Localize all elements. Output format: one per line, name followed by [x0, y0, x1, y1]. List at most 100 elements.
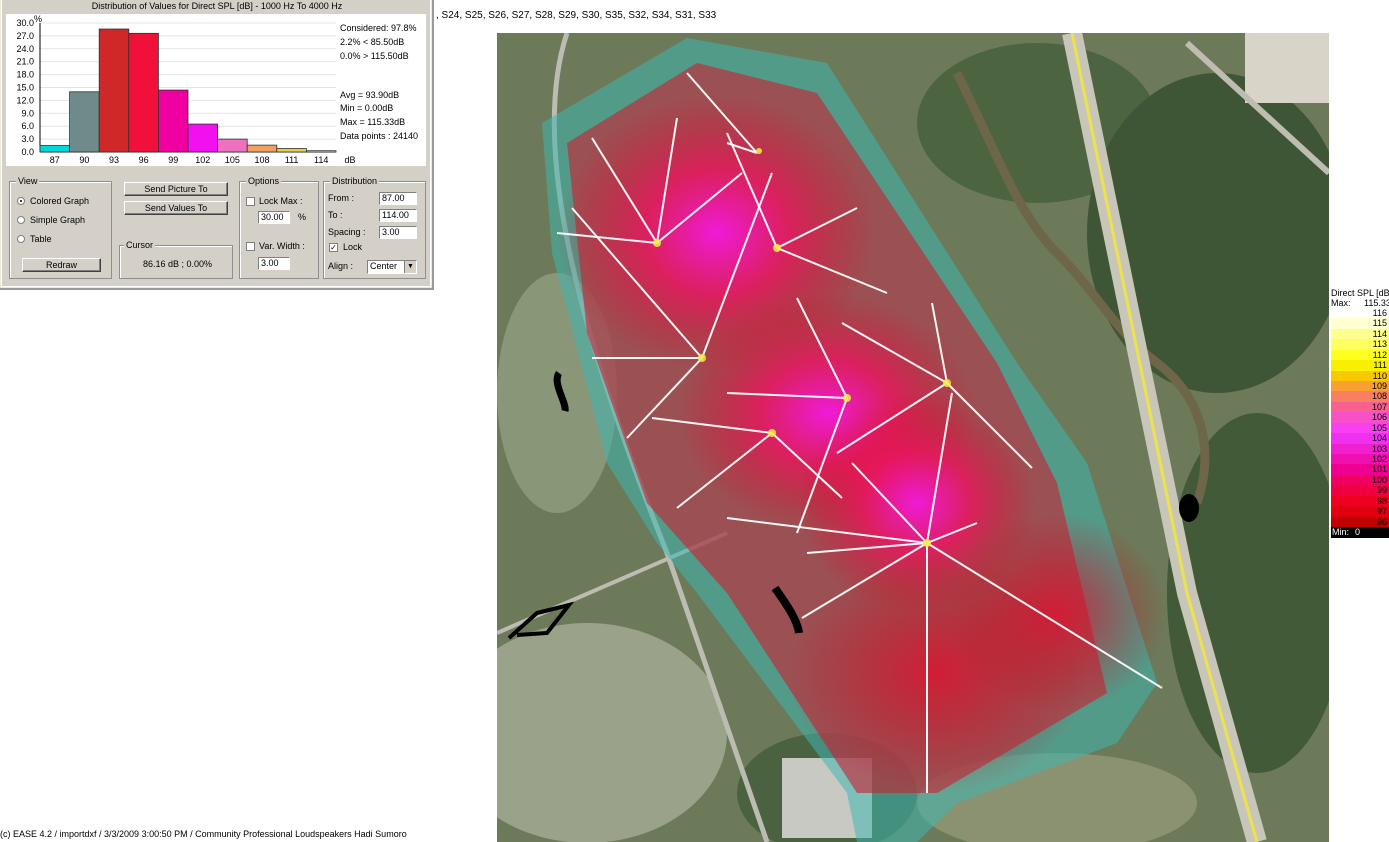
site-map-view[interactable] [497, 33, 1329, 842]
var-width-input[interactable]: 3.00 [258, 257, 290, 270]
send-picture-button[interactable]: Send Picture To [124, 182, 228, 196]
to-label: To : [328, 210, 343, 220]
spl-legend: Direct SPL [dB] Max: 115.33 116 115 114 113… [1331, 288, 1389, 538]
legend-band-label: 96 [1349, 516, 1389, 527]
x-tick-label: 93 [109, 155, 119, 165]
radio-table[interactable] [17, 235, 25, 243]
y-tick-label: 3.0 [21, 134, 34, 144]
legend-max-value: 115.33 [1364, 298, 1389, 308]
histogram-bar [69, 91, 100, 153]
dialog-body: Distribution of Values for Direct SPL [d… [1, 0, 431, 287]
legend-band [1331, 454, 1349, 465]
legend-band-label: 108 [1349, 391, 1389, 402]
legend-min-bar: Min: 0 [1331, 527, 1389, 538]
legend-band-label: 100 [1349, 474, 1389, 486]
legend-band-label: 97 [1349, 506, 1389, 517]
radio-simple-graph[interactable] [17, 216, 25, 224]
lock-max-input[interactable]: 30.00 [258, 211, 290, 224]
lock-checkbox[interactable]: ✓ [329, 243, 338, 252]
stat-above: 0.0% > 115.50dB [340, 51, 409, 61]
histogram-panel[interactable]: % 30.0 27.0 24.0 21.0 18.0 15.0 12.0 9.0 6.0 3.0 0.… [6, 14, 426, 166]
lock-label: Lock [343, 242, 363, 252]
legend-band [1331, 474, 1349, 486]
legend-band-label: 111 [1349, 360, 1389, 371]
legend-band-label: 109 [1349, 381, 1389, 392]
var-width-label: Var. Width : [259, 241, 305, 251]
legend-band [1331, 433, 1349, 444]
spacing-label: Spacing : [328, 227, 366, 237]
cursor-readout: 86.16 dB ; 0.00% [143, 259, 213, 269]
legend-band-label: 110 [1349, 370, 1389, 381]
legend-band-label: 114 [1349, 328, 1389, 340]
legend-band-label: 101 [1349, 464, 1389, 475]
legend-band-label: 105 [1349, 422, 1389, 434]
legend-band-label: 112 [1349, 349, 1389, 361]
y-tick-label: 18.0 [16, 70, 34, 80]
radio-simple-graph-label[interactable]: Simple Graph [30, 215, 85, 225]
lock-max-label: Lock Max : [259, 196, 303, 206]
stat-below: 2.2% < 85.50dB [340, 37, 405, 47]
legend-band [1331, 308, 1349, 319]
cursor-group-label: Cursor [124, 240, 156, 250]
x-tick-label: 114 [314, 155, 328, 165]
histogram-bar [187, 123, 219, 153]
radio-colored-graph[interactable] [17, 197, 25, 205]
var-width-checkbox[interactable] [246, 242, 255, 251]
align-select[interactable]: Center ▼ [367, 260, 417, 274]
source-list: , S24, S25, S26, S27, S28, S29, S30, S35… [436, 10, 717, 21]
send-values-button[interactable]: Send Values To [124, 201, 228, 215]
histogram-bar [157, 89, 189, 153]
legend-band [1331, 391, 1349, 402]
legend-band-label: 102 [1349, 454, 1389, 465]
y-tick-label: 30.0 [16, 18, 34, 28]
legend-band-label: 113 [1349, 339, 1389, 350]
chevron-down-icon[interactable]: ▼ [404, 261, 416, 273]
histogram-bar [276, 148, 307, 153]
y-tick-label: 9.0 [21, 108, 34, 118]
to-input[interactable]: 114.00 [379, 209, 417, 222]
stat-min: Min = 0.00dB [340, 103, 394, 113]
y-tick-label: 27.0 [16, 31, 34, 41]
x-tick-label: 87 [50, 155, 60, 165]
radio-table-label[interactable]: Table [30, 234, 52, 244]
lock-max-checkbox[interactable] [246, 197, 255, 206]
legend-band [1331, 349, 1349, 361]
legend-band [1331, 495, 1349, 507]
from-label: From : [328, 193, 354, 203]
stat-avg: Avg = 93.90dB [340, 90, 400, 100]
legend-min-label: Min: [1332, 527, 1350, 537]
x-tick-label: 96 [139, 155, 149, 165]
stat-max: Max = 115.33dB [340, 117, 406, 127]
from-input[interactable]: 87.00 [379, 192, 417, 205]
distribution-group-label: Distribution [330, 176, 380, 186]
histogram-bar [98, 28, 130, 153]
x-tick-label: 105 [225, 155, 240, 165]
spacing-input[interactable]: 3.00 [379, 226, 417, 239]
y-tick-label: 21.0 [16, 57, 34, 67]
y-tick-label: 0.0 [21, 147, 34, 157]
x-tick-label: 102 [195, 155, 210, 165]
redraw-button[interactable]: Redraw [22, 258, 101, 272]
x-tick-label: 108 [254, 155, 269, 165]
legend-band-label: 106 [1349, 412, 1389, 423]
histogram-bar [39, 145, 71, 153]
align-label: Align : [328, 261, 354, 271]
legend-title: Direct SPL [dB] [1331, 288, 1389, 298]
footer-credit: (c) EASE 4.2 / importdxf / 3/3/2009 3:00… [0, 829, 407, 839]
legend-band [1331, 339, 1349, 350]
radio-colored-graph-label[interactable]: Colored Graph [30, 196, 89, 206]
x-tick-label: 111 [285, 155, 299, 165]
legend-band [1331, 318, 1349, 329]
y-tick-label: 15.0 [16, 83, 34, 93]
legend-band [1331, 464, 1349, 475]
legend-band-label: 107 [1349, 401, 1389, 413]
legend-band-label: 116 [1349, 308, 1389, 319]
histogram-bar [217, 138, 248, 153]
histogram-bar [246, 144, 278, 153]
legend-band [1331, 401, 1349, 413]
legend-band [1331, 381, 1349, 392]
histogram-bar [305, 150, 337, 153]
legend-band [1331, 485, 1349, 496]
legend-max-label: Max: [1331, 298, 1351, 308]
histogram-bar [128, 32, 159, 153]
